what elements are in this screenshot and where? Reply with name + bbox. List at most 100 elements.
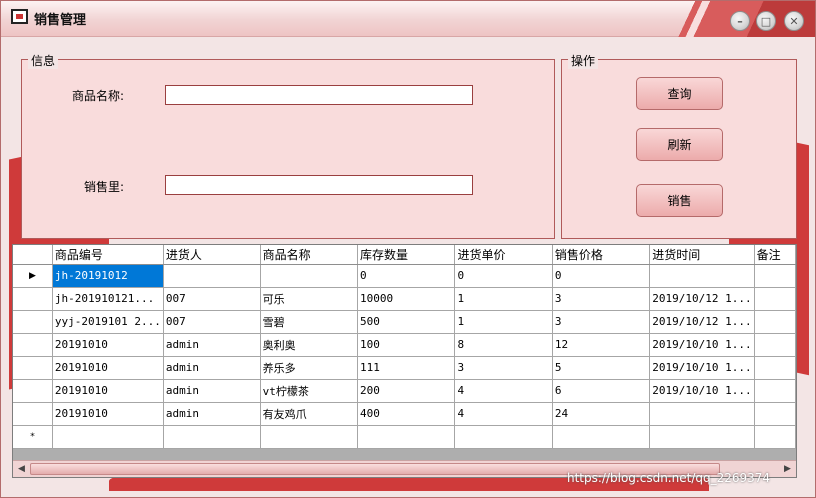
- table-cell[interactable]: [754, 356, 796, 380]
- scroll-left-icon[interactable]: ◀: [14, 462, 29, 476]
- column-header[interactable]: 商品名称: [260, 245, 359, 265]
- table-cell[interactable]: [357, 425, 456, 449]
- column-header[interactable]: 库存数量: [357, 245, 456, 265]
- table-cell[interactable]: 200: [357, 379, 456, 403]
- table-cell[interactable]: admin: [163, 379, 261, 403]
- table-cell[interactable]: 1: [454, 287, 553, 311]
- table-row[interactable]: yyj-2019101 2... 007 雪碧 500 1 3 2019/10/12 1..…: [13, 310, 796, 334]
- goods-datagrid[interactable]: 商品编号 进货人 商品名称 库存数量 进货单价 销售价格 进货时间 备注 ▶ jh…: [12, 244, 797, 478]
- table-cell[interactable]: 4: [454, 379, 553, 403]
- table-cell[interactable]: 20191010: [52, 333, 164, 357]
- table-cell[interactable]: 2019/10/10 1...: [649, 333, 755, 357]
- table-cell[interactable]: 2019/10/12 1...: [649, 310, 755, 334]
- close-button[interactable]: ✕: [784, 11, 804, 31]
- table-cell[interactable]: jh-20191012: [52, 264, 164, 288]
- table-row[interactable]: 20191010 admin 奥利奥 100 8 12 2019/10/10 1...: [13, 333, 796, 357]
- column-header[interactable]: 销售价格: [552, 245, 651, 265]
- table-cell[interactable]: vt柠檬茶: [260, 379, 359, 403]
- table-cell[interactable]: [649, 402, 755, 426]
- table-cell[interactable]: 2019/10/10 1...: [649, 356, 755, 380]
- table-cell[interactable]: 20191010: [52, 402, 164, 426]
- table-cell[interactable]: [649, 264, 755, 288]
- table-cell[interactable]: [454, 425, 553, 449]
- row-header[interactable]: [13, 310, 53, 334]
- table-cell[interactable]: 4: [454, 402, 553, 426]
- table-cell[interactable]: 5: [552, 356, 651, 380]
- table-cell[interactable]: 0: [454, 264, 553, 288]
- product-name-input[interactable]: [165, 85, 473, 105]
- table-cell[interactable]: [754, 264, 796, 288]
- table-cell[interactable]: [754, 333, 796, 357]
- refresh-button[interactable]: 刷新: [636, 128, 723, 161]
- table-cell[interactable]: 100: [357, 333, 456, 357]
- row-header[interactable]: [13, 402, 53, 426]
- table-cell[interactable]: [754, 402, 796, 426]
- table-row[interactable]: 20191010 admin vt柠檬茶 200 4 6 2019/10/10 1...: [13, 379, 796, 403]
- table-cell[interactable]: [754, 310, 796, 334]
- table-cell[interactable]: 12: [552, 333, 651, 357]
- table-row[interactable]: 20191010 admin 有友鸡爪 400 4 24: [13, 402, 796, 426]
- table-cell[interactable]: [163, 425, 261, 449]
- row-header[interactable]: ▶: [13, 264, 53, 288]
- table-row[interactable]: ▶ jh-20191012 0 0 0: [13, 264, 796, 288]
- table-cell[interactable]: [260, 264, 359, 288]
- table-cell[interactable]: 有友鸡爪: [260, 402, 359, 426]
- table-cell[interactable]: 007: [163, 287, 261, 311]
- sales-qty-input[interactable]: [165, 175, 473, 195]
- table-cell[interactable]: 养乐多: [260, 356, 359, 380]
- table-cell[interactable]: admin: [163, 402, 261, 426]
- table-cell[interactable]: 2019/10/12 1...: [649, 287, 755, 311]
- sell-button[interactable]: 销售: [636, 184, 723, 217]
- column-header[interactable]: 备注: [754, 245, 796, 265]
- table-row[interactable]: 20191010 admin 养乐多 111 3 5 2019/10/10 1...: [13, 356, 796, 380]
- table-cell[interactable]: 500: [357, 310, 456, 334]
- row-header[interactable]: [13, 333, 53, 357]
- query-button[interactable]: 查询: [636, 77, 723, 110]
- table-cell[interactable]: [52, 425, 164, 449]
- table-cell[interactable]: 奥利奥: [260, 333, 359, 357]
- row-header[interactable]: [13, 287, 53, 311]
- table-cell[interactable]: 8: [454, 333, 553, 357]
- row-header-corner[interactable]: [13, 245, 53, 265]
- column-header[interactable]: 进货单价: [454, 245, 553, 265]
- table-cell[interactable]: 可乐: [260, 287, 359, 311]
- table-cell[interactable]: 6: [552, 379, 651, 403]
- title-bar[interactable]: 销售管理 – □ ✕: [1, 1, 815, 37]
- table-cell[interactable]: admin: [163, 356, 261, 380]
- table-cell[interactable]: 3: [552, 310, 651, 334]
- table-cell[interactable]: 400: [357, 402, 456, 426]
- row-header[interactable]: [13, 379, 53, 403]
- table-cell[interactable]: [552, 425, 651, 449]
- table-cell[interactable]: 1: [454, 310, 553, 334]
- table-cell[interactable]: 2019/10/10 1...: [649, 379, 755, 403]
- table-cell[interactable]: jh-201910121...: [52, 287, 164, 311]
- table-cell[interactable]: 3: [552, 287, 651, 311]
- table-cell[interactable]: [649, 425, 755, 449]
- table-cell[interactable]: [754, 287, 796, 311]
- table-cell[interactable]: 24: [552, 402, 651, 426]
- table-cell[interactable]: 3: [454, 356, 553, 380]
- table-cell[interactable]: 10000: [357, 287, 456, 311]
- column-header[interactable]: 商品编号: [52, 245, 164, 265]
- table-cell[interactable]: 雪碧: [260, 310, 359, 334]
- table-cell[interactable]: yyj-2019101 2...: [52, 310, 164, 334]
- scroll-right-icon[interactable]: ▶: [780, 462, 795, 476]
- row-header[interactable]: [13, 356, 53, 380]
- table-cell[interactable]: admin: [163, 333, 261, 357]
- column-header[interactable]: 进货时间: [649, 245, 755, 265]
- row-header[interactable]: *: [13, 425, 53, 449]
- table-cell[interactable]: 0: [552, 264, 651, 288]
- table-cell[interactable]: 20191010: [52, 379, 164, 403]
- table-cell[interactable]: [260, 425, 359, 449]
- column-header[interactable]: 进货人: [163, 245, 261, 265]
- table-cell[interactable]: 20191010: [52, 356, 164, 380]
- table-cell[interactable]: 0: [357, 264, 456, 288]
- table-cell[interactable]: [754, 425, 796, 449]
- table-cell[interactable]: 111: [357, 356, 456, 380]
- table-cell[interactable]: [754, 379, 796, 403]
- table-cell[interactable]: [163, 264, 261, 288]
- maximize-button[interactable]: □: [756, 11, 776, 31]
- minimize-button[interactable]: –: [730, 11, 750, 31]
- table-row[interactable]: jh-201910121... 007 可乐 10000 1 3 2019/10/12 1.…: [13, 287, 796, 311]
- table-cell[interactable]: 007: [163, 310, 261, 334]
